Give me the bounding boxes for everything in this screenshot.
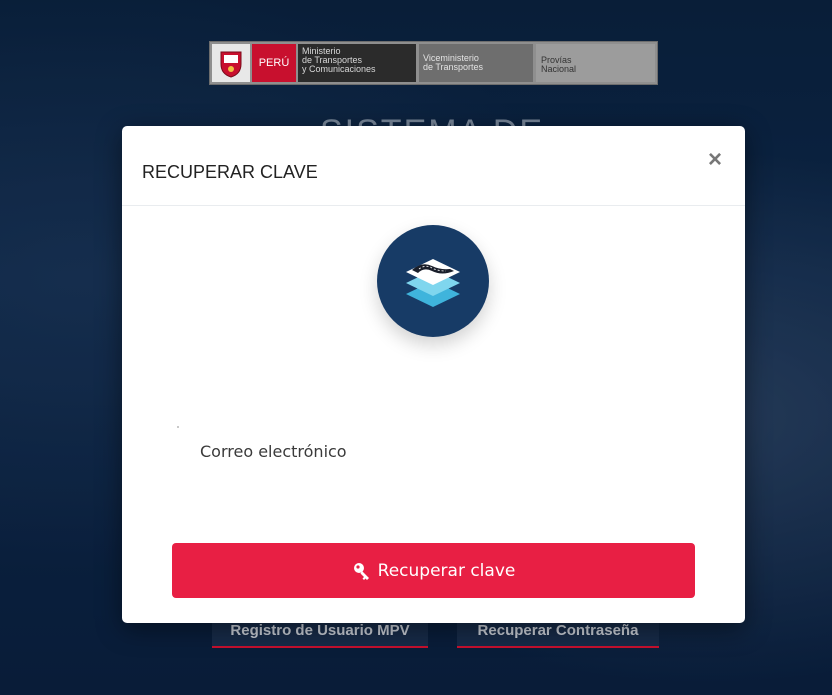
app-logo	[377, 225, 489, 337]
recover-button-label: Recuperar clave	[377, 560, 516, 581]
banner-ministry: Ministerio de Transportes y Comunicacion…	[298, 44, 416, 82]
close-icon[interactable]: ×	[705, 148, 725, 172]
road-layers-icon	[406, 259, 460, 307]
email-input[interactable]	[176, 426, 696, 476]
modal-header: RECUPERAR CLAVE ×	[122, 126, 745, 206]
modal-title: RECUPERAR CLAVE	[142, 162, 318, 182]
banner-viceministry: Viceministerio de Transportes	[419, 44, 533, 82]
key-icon	[352, 561, 372, 581]
government-banner: PERÚ Ministerio de Transportes y Comunic…	[209, 41, 658, 85]
recover-password-modal: RECUPERAR CLAVE × Recuperar clave	[122, 126, 745, 623]
banner-provias: Provías Nacional	[536, 44, 655, 82]
coat-of-arms-icon	[212, 44, 250, 82]
banner-country: PERÚ	[252, 44, 296, 82]
recover-key-button[interactable]: Recuperar clave	[172, 543, 695, 598]
